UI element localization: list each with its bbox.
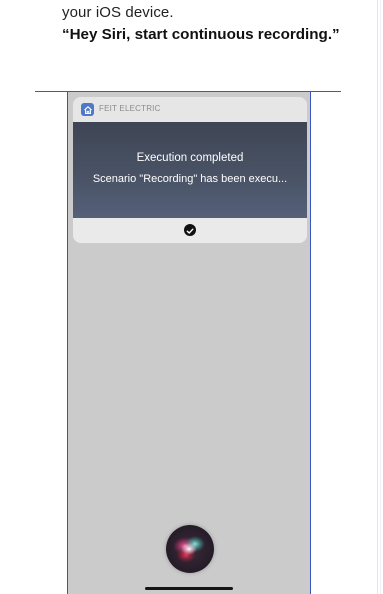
home-indicator[interactable] [145,587,233,590]
manual-siri-command: “Hey Siri, start continuous recording.” [62,26,340,43]
check-circle-icon[interactable] [184,224,196,236]
notification-card[interactable]: FEIT ELECTRIC Execution completed Scenar… [73,97,307,243]
notification-message: Scenario "Recording" has been execu... [92,173,288,185]
phone-screenshot: FEIT ELECTRIC Execution completed Scenar… [67,91,311,594]
page-margin-rule [377,0,378,594]
home-icon [81,103,94,116]
callout-line [35,91,341,92]
siri-orb-icon[interactable] [166,525,214,573]
manual-text-line: your iOS device. [62,4,174,21]
notification-app-name: FEIT ELECTRIC [99,104,161,113]
notification-confirm-row[interactable] [73,218,307,243]
notification-header: FEIT ELECTRIC [73,97,307,122]
notification-body: Execution completed Scenario "Recording"… [73,122,307,218]
notification-title: Execution completed [136,152,244,164]
page-margin-rule-secondary [380,0,381,594]
